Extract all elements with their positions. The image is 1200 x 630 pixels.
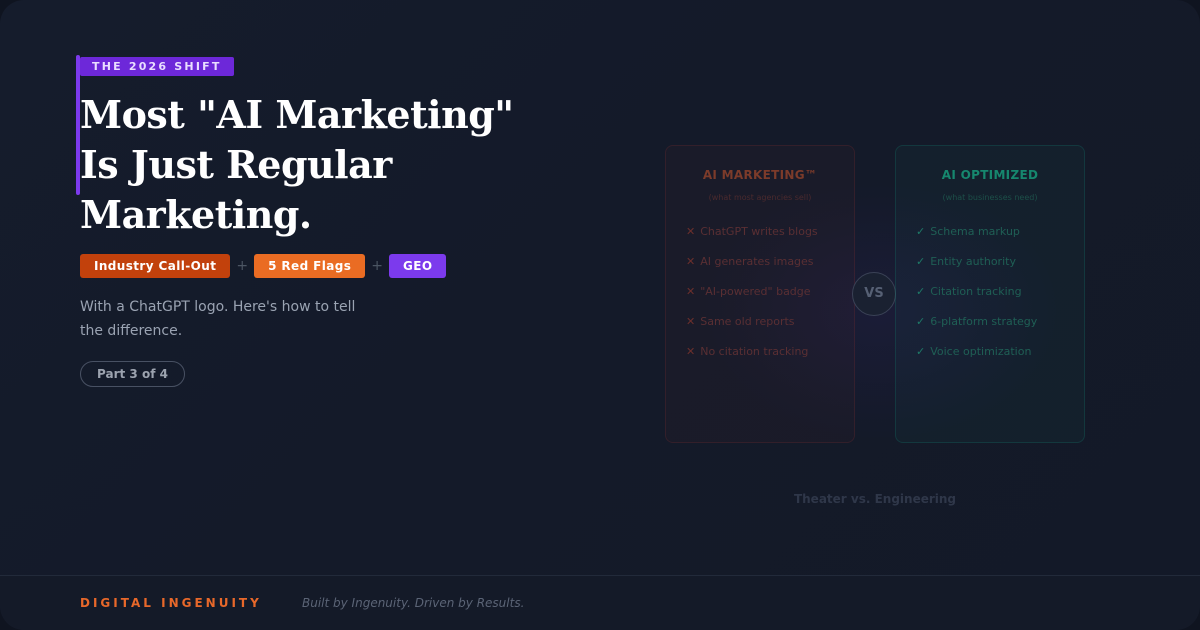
tag-industry-call-out: Industry Call-Out: [80, 254, 231, 278]
list-item-text: "AI-powered" badge: [700, 285, 811, 298]
headline-line: Is Just Regular: [80, 142, 392, 187]
ai-marketing-card: AI MARKETING™ (what most agencies sell) …: [665, 145, 855, 443]
list-item-text: No citation tracking: [700, 345, 809, 358]
subtext-line: the difference.: [80, 323, 183, 339]
list-item-text: 6-platform strategy: [930, 315, 1038, 328]
list-item-text: AI generates images: [700, 255, 814, 268]
plus-separator: +: [371, 258, 384, 274]
check-mark-icon: ✓: [916, 315, 926, 328]
check-mark-icon: ✓: [916, 225, 926, 238]
footer: DIGITAL INGENUITY Built by Ingenuity. Dr…: [0, 575, 1200, 630]
x-mark-icon: ✕: [686, 315, 696, 328]
tag-row: Industry Call-Out + 5 Red Flags + GEO: [80, 254, 447, 278]
plus-separator: +: [236, 258, 249, 274]
part-indicator: Part 3 of 4: [80, 361, 185, 387]
card-subtitle: (what businesses need): [942, 193, 1038, 202]
ai-optimized-card: AI OPTIMIZED (what businesses need) ✓ Sch…: [895, 145, 1085, 443]
tag-red-flags: 5 Red Flags: [254, 254, 366, 278]
headline-line: Most "AI Marketing": [80, 92, 514, 137]
check-mark-icon: ✓: [916, 345, 926, 358]
list-item: ✕ No citation tracking: [686, 344, 818, 374]
x-mark-icon: ✕: [686, 345, 696, 358]
list-item: ✓ Schema markup: [916, 224, 1037, 254]
card-title: AI OPTIMIZED: [941, 168, 1039, 182]
brand-name: DIGITAL INGENUITY: [80, 596, 262, 610]
comparison-caption: Theater vs. Engineering: [793, 492, 957, 506]
list-item-text: Same old reports: [700, 315, 795, 328]
list-item: ✕ "AI-powered" badge: [686, 284, 818, 314]
check-mark-icon: ✓: [916, 255, 926, 268]
check-mark-icon: ✓: [916, 285, 926, 298]
card-title: AI MARKETING™: [702, 168, 818, 182]
subtext: With a ChatGPT logo. Here's how to tell …: [80, 295, 380, 343]
tag-geo: GEO: [389, 254, 447, 278]
x-mark-icon: ✕: [686, 225, 696, 238]
list-item-text: ChatGPT writes blogs: [700, 225, 818, 238]
social-card: THE 2026 SHIFT Most "AI Marketing" Is Ju…: [0, 0, 1200, 630]
x-mark-icon: ✕: [686, 255, 696, 268]
list-item: ✓ Voice optimization: [916, 344, 1037, 374]
list-item-text: Voice optimization: [930, 345, 1032, 358]
list-item: ✓ 6-platform strategy: [916, 314, 1037, 344]
eyebrow-badge: THE 2026 SHIFT: [80, 57, 234, 76]
list-item: ✕ Same old reports: [686, 314, 818, 344]
list-item-text: Schema markup: [930, 225, 1020, 238]
vs-badge: VS: [852, 272, 896, 316]
card-list: ✕ ChatGPT writes blogs ✕ AI generates imag…: [686, 224, 818, 374]
headline-line: Marketing.: [80, 192, 312, 237]
list-item: ✕ ChatGPT writes blogs: [686, 224, 818, 254]
subtext-line: With a ChatGPT logo. Here's how to tell: [80, 299, 356, 315]
list-item: ✕ AI generates images: [686, 254, 818, 284]
list-item-text: Entity authority: [930, 255, 1016, 268]
x-mark-icon: ✕: [686, 285, 696, 298]
list-item: ✓ Citation tracking: [916, 284, 1037, 314]
brand-tagline: Built by Ingenuity. Driven by Results.: [302, 596, 525, 610]
list-item: ✓ Entity authority: [916, 254, 1037, 284]
headline: Most "AI Marketing" Is Just Regular Mark…: [80, 90, 560, 240]
card-subtitle: (what most agencies sell): [708, 193, 812, 202]
list-item-text: Citation tracking: [930, 285, 1022, 298]
card-list: ✓ Schema markup ✓ Entity authority ✓ Citati…: [916, 224, 1037, 374]
